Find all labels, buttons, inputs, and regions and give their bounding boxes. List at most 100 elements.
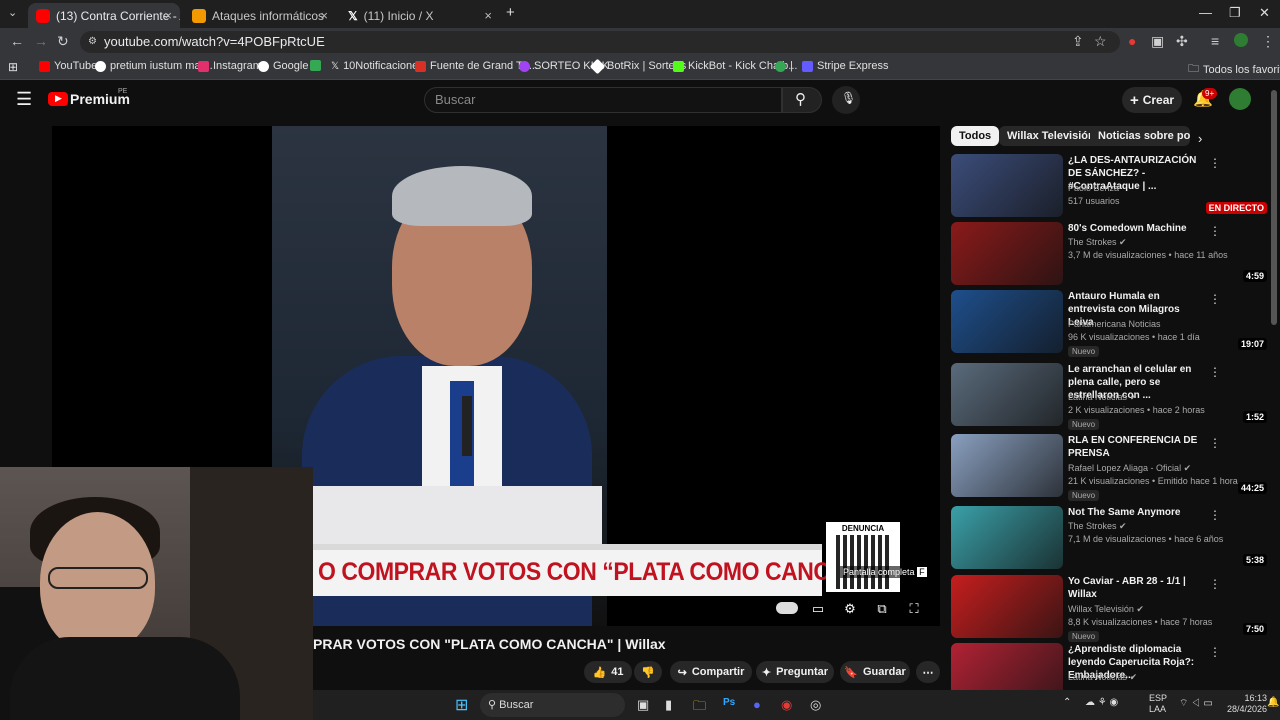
- bookmark-google[interactable]: Google: [258, 60, 308, 72]
- recommendation-item[interactable]: 4:59 80's Comedown Machine The Strokes ✔ 3,…: [951, 222, 1271, 286]
- address-bar[interactable]: ⚙ youtube.com/watch?v=4POBFpRtcUE: [80, 31, 1120, 53]
- more-options-icon[interactable]: ⋮: [1209, 292, 1221, 306]
- more-options-icon[interactable]: ⋮: [1209, 645, 1221, 659]
- tray-icons[interactable]: ☁ ⚘ ◉: [1085, 697, 1118, 708]
- new-tab-button[interactable]: +: [506, 4, 515, 21]
- close-window-icon[interactable]: ✕: [1259, 5, 1270, 21]
- scrollbar[interactable]: [1271, 90, 1277, 325]
- video-thumbnail[interactable]: [951, 222, 1063, 285]
- tab-search-icon[interactable]: ⌄: [8, 6, 17, 19]
- channel-name[interactable]: Rafael Lopez Aliaga - Oficial ✔: [1068, 463, 1191, 474]
- ask-button[interactable]: ✦ Preguntar: [756, 661, 834, 683]
- tab-contra-corriente[interactable]: (13) Contra Corriente - ABR 🔊 ×: [28, 3, 180, 28]
- recommendation-item[interactable]: 1:52 Le arranchan el celular en plena cal…: [951, 363, 1271, 430]
- recommendation-title[interactable]: RLA EN CONFERENCIA DE PRENSA: [1068, 434, 1208, 460]
- search-input[interactable]: Buscar: [424, 87, 782, 113]
- chip-willax[interactable]: Willax Televisión: [999, 126, 1103, 146]
- chip-todos[interactable]: Todos: [951, 126, 1000, 146]
- all-bookmarks[interactable]: 🗀 Todos los favoritos: [1188, 60, 1280, 79]
- recommendation-item[interactable]: 7:50 Yo Caviar - ABR 28 - 1/1 | Willax Wil…: [951, 575, 1271, 642]
- taskbar-search[interactable]: ⚲ Buscar: [480, 693, 625, 717]
- bookmark-extension[interactable]: [310, 60, 321, 71]
- video-thumbnail[interactable]: [951, 290, 1063, 353]
- recommendation-title[interactable]: Yo Caviar - ABR 28 - 1/1 | Willax: [1068, 575, 1208, 601]
- notifications-center-icon[interactable]: 🔔: [1267, 697, 1279, 708]
- dislike-button[interactable]: 👎: [634, 661, 662, 683]
- bookmark-pretium[interactable]: pretium iustum mat...: [95, 60, 213, 72]
- back-icon[interactable]: ←: [10, 33, 24, 49]
- more-options-icon[interactable]: ⋮: [1209, 224, 1221, 238]
- recommendation-item[interactable]: EN DIRECTO ¿LA DES-ANTAURIZACIÓN DE SÁNCH…: [951, 154, 1271, 218]
- puzzle-icon[interactable]: ✣: [1176, 33, 1188, 50]
- settings-icon[interactable]: ⚙: [840, 601, 860, 616]
- bookmark-youtube[interactable]: YouTube: [39, 60, 97, 72]
- account-avatar[interactable]: [1229, 88, 1251, 110]
- save-button[interactable]: 🔖 Guardar: [840, 661, 910, 683]
- more-options-icon[interactable]: ⋮: [1209, 156, 1221, 170]
- network-volume-icons[interactable]: ⌔ ◁ ▭: [1179, 697, 1213, 710]
- channel-name[interactable]: Latina Noticias ✔: [1068, 392, 1137, 403]
- fullscreen-icon[interactable]: ⛶: [904, 601, 924, 616]
- tray-chevron-icon[interactable]: ⌃: [1063, 697, 1071, 708]
- miniplayer-icon[interactable]: ⧉: [872, 601, 892, 616]
- more-options-icon[interactable]: ⋮: [1209, 508, 1221, 522]
- extension-red-icon[interactable]: ●: [1128, 33, 1136, 49]
- share-button[interactable]: ↪ Compartir: [670, 661, 752, 683]
- video-thumbnail[interactable]: [951, 506, 1063, 569]
- minimize-icon[interactable]: —: [1199, 5, 1212, 20]
- close-icon[interactable]: ×: [164, 8, 172, 23]
- channel-name[interactable]: Latina Noticias ✔: [1068, 672, 1137, 683]
- more-options-icon[interactable]: ⋮: [1209, 577, 1221, 591]
- photoshop-icon[interactable]: Ps: [723, 697, 735, 708]
- more-options-icon[interactable]: ⋮: [1209, 365, 1221, 379]
- close-icon[interactable]: ×: [484, 8, 492, 23]
- clock[interactable]: 16:13 28/4/2026: [1227, 693, 1267, 715]
- bookmark-star-icon[interactable]: ☆: [1094, 33, 1107, 50]
- create-button[interactable]: + Crear: [1122, 87, 1182, 113]
- task-view-icon[interactable]: ▣: [637, 697, 649, 713]
- app-icon[interactable]: ▮: [665, 697, 672, 713]
- bookmark-x[interactable]: 𝕏 10Notificaciones: [331, 60, 424, 72]
- like-button[interactable]: 👍 41: [584, 661, 632, 683]
- recommendation-item[interactable]: 44:25 RLA EN CONFERENCIA DE PRENSA Rafael …: [951, 434, 1271, 501]
- restore-icon[interactable]: ❐: [1229, 5, 1241, 21]
- steam-icon[interactable]: ◎: [810, 697, 821, 713]
- extension-icon[interactable]: ▣: [1151, 33, 1164, 50]
- video-thumbnail[interactable]: [951, 154, 1063, 217]
- subtitles-icon[interactable]: ▭: [808, 601, 828, 616]
- recommendation-item[interactable]: 19:07 Antauro Humala en entrevista con Mi…: [951, 290, 1271, 357]
- menu-dots-icon[interactable]: ⋮: [1261, 33, 1275, 50]
- chips-next-icon[interactable]: ›: [1198, 131, 1202, 146]
- channel-name[interactable]: Panamericana Noticias: [1068, 319, 1161, 329]
- channel-name[interactable]: The Strokes ✔: [1068, 521, 1127, 532]
- voice-search-button[interactable]: 🎙: [832, 86, 860, 114]
- video-thumbnail[interactable]: [951, 363, 1063, 426]
- install-icon[interactable]: ⇪: [1072, 33, 1084, 50]
- more-options-icon[interactable]: ⋮: [1209, 436, 1221, 450]
- autoplay-toggle[interactable]: [776, 602, 798, 614]
- profile-avatar[interactable]: [1234, 33, 1248, 47]
- bookmark-instagram[interactable]: Instagram: [198, 60, 262, 72]
- recommendation-item[interactable]: 5:38 Not The Same Anymore The Strokes ✔ 7,1…: [951, 506, 1271, 570]
- site-info-icon[interactable]: ⚙: [88, 31, 97, 53]
- apps-icon[interactable]: ⊞: [8, 60, 18, 74]
- chip-noticias[interactable]: Noticias sobre política: [1090, 126, 1190, 146]
- start-icon[interactable]: ⊞: [455, 695, 468, 715]
- channel-name[interactable]: The Strokes ✔: [1068, 237, 1127, 248]
- reload-icon[interactable]: ↻: [57, 33, 69, 50]
- close-icon[interactable]: ×: [320, 8, 328, 23]
- discord-icon[interactable]: ●: [753, 697, 761, 712]
- file-explorer-icon[interactable]: 🗀: [693, 697, 706, 719]
- chrome-icon[interactable]: ◉: [781, 697, 792, 713]
- tab-ataques[interactable]: Ataques informáticos expusieron ×: [184, 3, 336, 28]
- recommendation-title[interactable]: 80's Comedown Machine: [1068, 222, 1208, 235]
- bookmark-whatsapp[interactable]: |: [775, 60, 793, 72]
- reading-list-icon[interactable]: ≡: [1211, 33, 1219, 49]
- recommendation-title[interactable]: Not The Same Anymore: [1068, 506, 1208, 519]
- more-actions-button[interactable]: ⋯: [916, 661, 940, 683]
- video-thumbnail[interactable]: [951, 575, 1063, 638]
- hamburger-menu-icon[interactable]: ☰: [16, 89, 32, 110]
- search-button[interactable]: ⚲: [782, 87, 822, 113]
- video-thumbnail[interactable]: [951, 434, 1063, 497]
- tab-x-home[interactable]: 𝕏 (11) Inicio / X ×: [340, 3, 500, 28]
